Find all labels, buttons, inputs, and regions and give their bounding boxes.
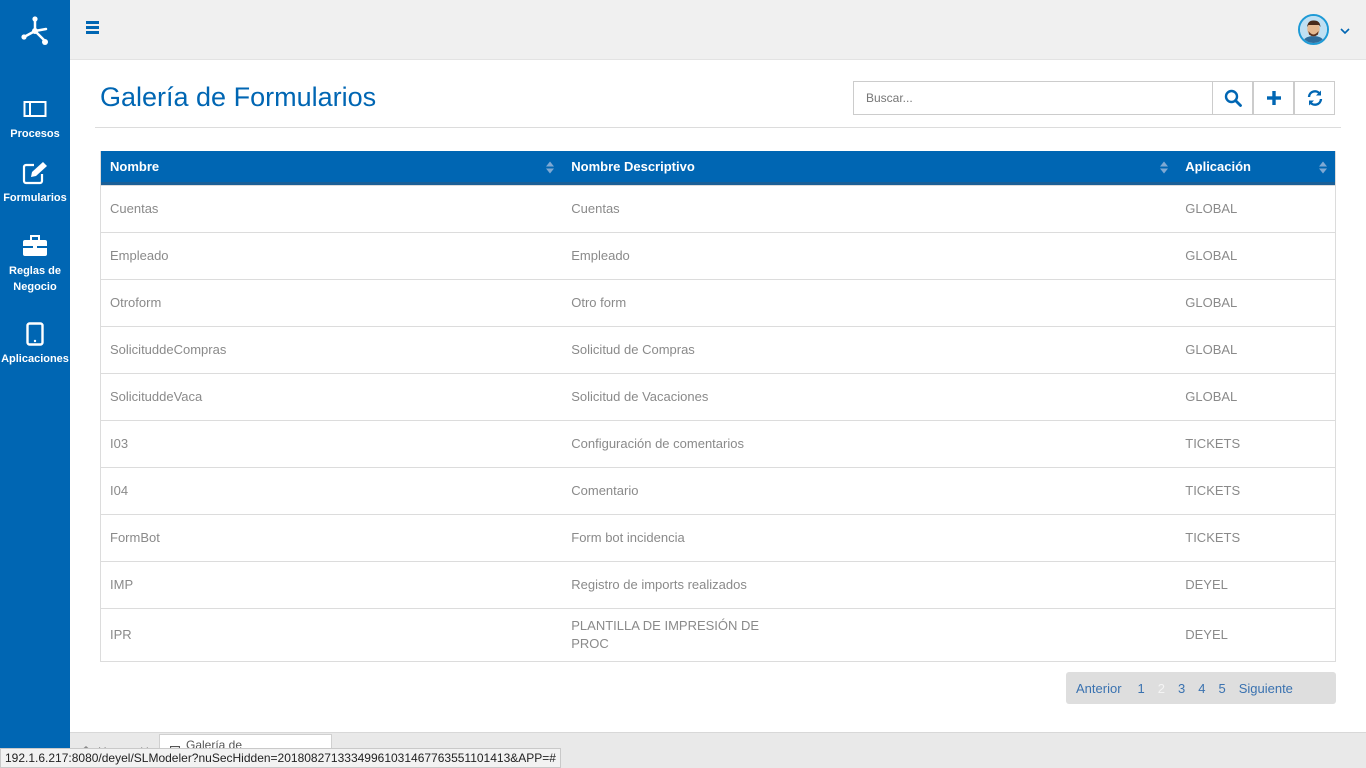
cell-nombre: SolicituddeVaca: [110, 389, 203, 404]
sidebar-item-label: Procesos: [10, 128, 60, 140]
cell-descriptivo: Solicitud de Compras: [571, 342, 695, 357]
refresh-icon: [1307, 90, 1322, 106]
pagination-prev[interactable]: Anterior: [1070, 681, 1128, 696]
cell-descriptivo: Comentario: [571, 483, 639, 498]
cell-aplicacion: DEYEL: [1185, 577, 1228, 592]
sort-icon: [546, 161, 555, 174]
sidebar-item-label: Formularios: [3, 192, 67, 204]
cell-nombre: Empleado: [110, 248, 169, 263]
search-icon: [1224, 89, 1242, 107]
cell-aplicacion: GLOBAL: [1185, 389, 1238, 404]
table-row[interactable]: I03 Configuración de comentarios TICKETS: [101, 420, 1335, 467]
table-row[interactable]: Otroform Otro form GLOBAL: [101, 279, 1335, 326]
column-header-aplicacion[interactable]: Aplicación: [1176, 151, 1335, 182]
table-row[interactable]: IPR PLANTILLA DE IMPRESIÓN DE PROC DEYEL: [101, 608, 1335, 661]
cell-nombre: FormBot: [110, 530, 160, 545]
sidebar-item-label: Reglas de Negocio: [9, 265, 61, 293]
table-row[interactable]: IMP Registro de imports realizados DEYEL: [101, 561, 1335, 608]
cell-descriptivo: Configuración de comentarios: [571, 436, 744, 451]
cell-descriptivo: Form bot incidencia: [571, 530, 685, 545]
title-divider: [95, 127, 1341, 128]
topbar: [70, 0, 1366, 60]
table-row[interactable]: Empleado Empleado GLOBAL: [101, 232, 1335, 279]
cell-nombre: I03: [110, 436, 129, 451]
pagination-page-1[interactable]: 1: [1132, 681, 1151, 696]
cell-nombre: IMP: [110, 577, 134, 592]
pagination-next[interactable]: Siguiente: [1233, 681, 1299, 696]
panel-icon: [23, 96, 47, 122]
app-logo[interactable]: [0, 0, 70, 62]
cell-nombre: Otroform: [110, 295, 162, 310]
sidebar-item-formularios[interactable]: Formularios: [0, 160, 70, 206]
logo-icon: [21, 16, 48, 45]
column-header-label: Nombre: [110, 159, 160, 174]
cell-descriptivo: Registro de imports realizados: [571, 577, 747, 592]
cell-aplicacion: DEYEL: [1185, 627, 1228, 642]
pagination-page-2[interactable]: 2: [1152, 681, 1171, 696]
cell-descriptivo: Cuentas: [571, 201, 620, 216]
sidebar-item-procesos[interactable]: Procesos: [0, 96, 70, 142]
plus-icon: [1266, 91, 1281, 105]
table-row[interactable]: I04 Comentario TICKETS: [101, 467, 1335, 514]
sort-icon: [1160, 161, 1169, 174]
tablet-icon: [26, 321, 44, 347]
cell-aplicacion: TICKETS: [1185, 483, 1241, 498]
pagination-page-3[interactable]: 3: [1172, 681, 1191, 696]
search-input[interactable]: [853, 81, 1213, 115]
cell-nombre: SolicituddeCompras: [110, 342, 227, 357]
cell-descriptivo: Otro form: [571, 295, 627, 310]
page-title: Galería de Formularios: [100, 82, 377, 112]
pagination: Anterior 1 2 3 4 5 Siguiente: [1066, 672, 1336, 704]
refresh-button[interactable]: [1294, 81, 1335, 115]
column-header-label: Nombre Descriptivo: [571, 159, 695, 174]
cell-nombre: IPR: [110, 627, 132, 642]
table-row[interactable]: Cuentas Cuentas GLOBAL: [101, 185, 1335, 232]
cell-descriptivo-text: PLANTILLA DE IMPRESIÓN DE PROC: [571, 618, 760, 651]
cell-aplicacion: GLOBAL: [1185, 248, 1238, 263]
table-row[interactable]: SolicituddeCompras Solicitud de Compras …: [101, 326, 1335, 373]
sort-icon: [1319, 161, 1327, 174]
cell-aplicacion: GLOBAL: [1185, 295, 1238, 310]
edit-icon: [22, 160, 48, 186]
column-header-nombre[interactable]: Nombre: [101, 151, 562, 182]
sidebar-item-reglas-de-negocio[interactable]: Reglas de Negocio: [0, 233, 70, 295]
table-header: Nombre Nombre Descriptivo Aplicación: [101, 151, 1335, 185]
sidebar-item-label: Aplicaciones: [1, 353, 69, 365]
sidebar-item-aplicaciones[interactable]: Aplicaciones: [0, 321, 70, 367]
user-avatar-icon: [1300, 16, 1327, 43]
forms-table: Nombre Nombre Descriptivo Aplicación Cue…: [100, 151, 1336, 662]
cell-aplicacion: TICKETS: [1185, 436, 1241, 451]
chevron-down-icon[interactable]: [1340, 22, 1350, 40]
cell-descriptivo: Empleado: [571, 248, 630, 263]
column-header-label: Aplicación: [1185, 159, 1251, 174]
avatar[interactable]: [1298, 14, 1329, 45]
pagination-page-4[interactable]: 4: [1192, 681, 1211, 696]
table-row[interactable]: SolicituddeVaca Solicitud de Vacaciones …: [101, 373, 1335, 420]
cell-descriptivo: PLANTILLA DE IMPRESIÓN DE PROC: [562, 609, 1176, 661]
cell-nombre: I04: [110, 483, 129, 498]
menu-icon[interactable]: [86, 21, 99, 34]
sidebar: Procesos Formularios Reglas de Negocio A…: [0, 0, 70, 768]
cell-aplicacion: GLOBAL: [1185, 201, 1238, 216]
pagination-page-5[interactable]: 5: [1212, 681, 1231, 696]
cell-nombre: Cuentas: [110, 201, 159, 216]
status-url: 192.1.6.217:8080/deyel/SLModeler?nuSecHi…: [0, 748, 561, 768]
cell-aplicacion: TICKETS: [1185, 530, 1241, 545]
search-button[interactable]: [1212, 81, 1253, 115]
add-button[interactable]: [1253, 81, 1294, 115]
briefcase-icon: [22, 233, 48, 259]
cell-descriptivo: Solicitud de Vacaciones: [571, 389, 709, 404]
column-header-nombre-descriptivo[interactable]: Nombre Descriptivo: [562, 151, 1176, 182]
cell-aplicacion: GLOBAL: [1185, 342, 1238, 357]
table-row[interactable]: FormBot Form bot incidencia TICKETS: [101, 514, 1335, 561]
